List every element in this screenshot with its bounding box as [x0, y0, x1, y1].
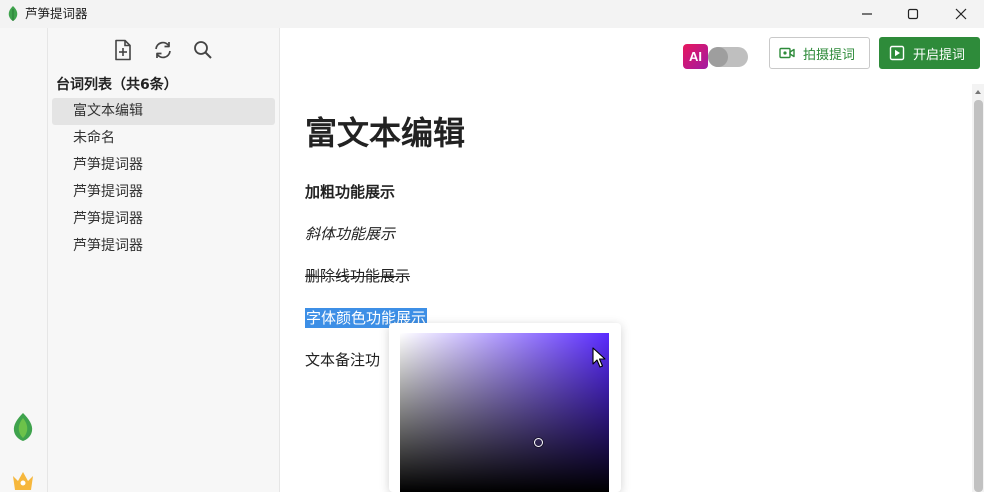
mouse-cursor-icon: [592, 347, 606, 368]
app-logo-icon: [8, 6, 18, 21]
script-list-item[interactable]: 芦笋提词器: [52, 179, 275, 206]
ai-badge: AI: [683, 44, 708, 69]
maximize-icon: [907, 8, 919, 20]
document-title: 富文本编辑: [305, 114, 466, 152]
color-picker-popup: [389, 323, 621, 492]
script-list-item[interactable]: 芦笋提词器: [52, 206, 275, 233]
video-camera-icon: [779, 47, 795, 59]
play-icon: [889, 45, 905, 61]
sidebar-toolbar: [48, 38, 280, 64]
title-bar: 芦笋提词器: [0, 0, 984, 28]
search-button[interactable]: [191, 38, 215, 62]
saturation-value-area[interactable]: [400, 333, 609, 492]
window-title: 芦笋提词器: [25, 6, 88, 21]
script-list-item[interactable]: 富文本编辑: [52, 98, 275, 125]
new-document-icon: [115, 39, 131, 61]
left-rail: [0, 28, 48, 492]
crown-icon[interactable]: [10, 468, 36, 492]
minimize-icon: [862, 13, 872, 15]
strikethrough-paragraph: 删除线功能展示: [305, 267, 411, 285]
sync-button[interactable]: [151, 38, 175, 62]
ai-toggle[interactable]: [708, 47, 748, 67]
script-list-item[interactable]: 未命名: [52, 125, 275, 152]
record-prompter-label: 拍摄提词: [803, 47, 856, 63]
new-script-button[interactable]: [111, 38, 135, 62]
script-list-item[interactable]: 芦笋提词器: [52, 152, 275, 179]
start-prompter-label: 开启提词: [913, 47, 966, 63]
script-sidebar: 台词列表（共6条） 富文本编辑 未命名 芦笋提词器 芦笋提词器 芦笋提词器 芦笋…: [48, 28, 280, 492]
italic-paragraph: 斜体功能展示: [305, 225, 396, 243]
document-content[interactable]: 富文本编辑 加粗功能展示 斜体功能展示 删除线功能展示 字体颜色功能展示 文本备…: [305, 112, 965, 369]
scroll-up-arrow-icon[interactable]: [974, 88, 982, 96]
record-prompter-button[interactable]: 拍摄提词: [769, 37, 870, 69]
script-list-heading: 台词列表（共6条）: [56, 77, 178, 93]
start-prompter-button[interactable]: 开启提词: [879, 37, 980, 69]
editor-pane: AI 拍摄提词 开启提词 富文本编辑 加粗功能展示 斜体功能展示 删除线功能展示…: [280, 28, 984, 492]
minimize-button[interactable]: [844, 0, 890, 28]
ai-toggle-knob: [708, 47, 728, 67]
maximize-button[interactable]: [890, 0, 936, 28]
color-picker-handle[interactable]: [534, 438, 543, 447]
script-list-item[interactable]: 芦笋提词器: [52, 233, 275, 260]
refresh-icon: [155, 41, 171, 59]
leaf-icon[interactable]: [10, 412, 36, 442]
note-paragraph: 文本备注功: [305, 351, 381, 369]
script-list: 富文本编辑 未命名 芦笋提词器 芦笋提词器 芦笋提词器 芦笋提词器: [52, 98, 275, 260]
close-icon: [955, 8, 967, 20]
scrollbar-thumb[interactable]: [974, 100, 983, 492]
bold-paragraph: 加粗功能展示: [305, 183, 396, 201]
search-icon: [194, 41, 212, 59]
close-button[interactable]: [938, 0, 984, 28]
